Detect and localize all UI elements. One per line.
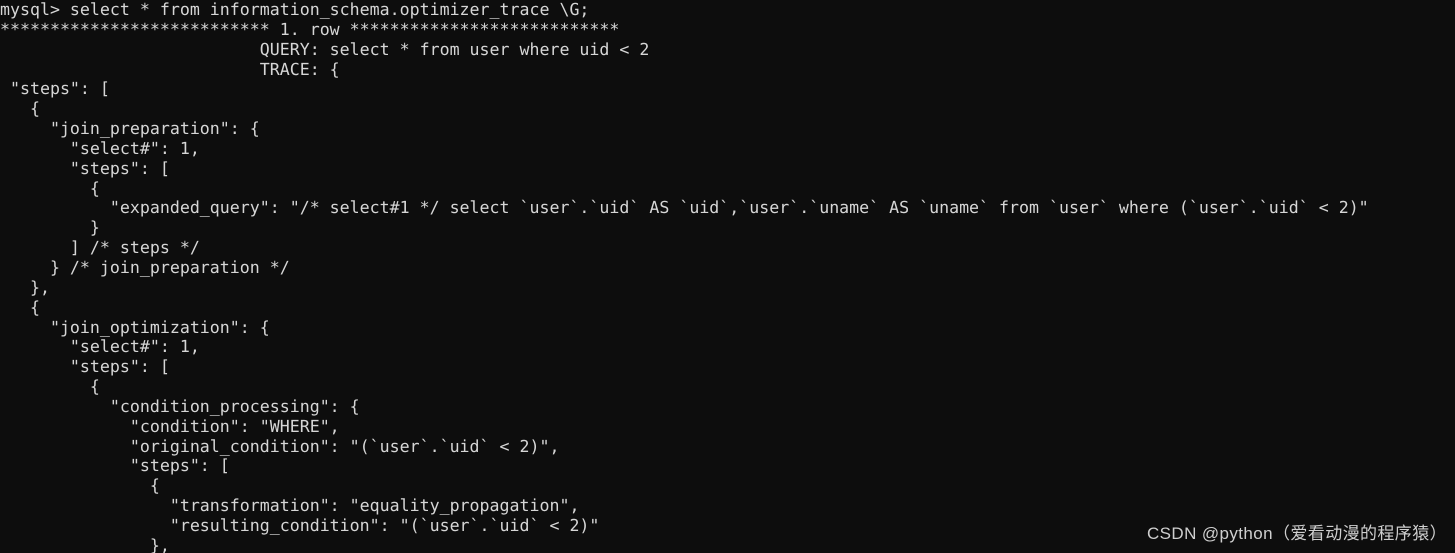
console-line: "select#": 1, (0, 138, 200, 158)
console-line: { (0, 178, 100, 198)
console-line: "original_condition": "(`user`.`uid` < 2… (0, 436, 560, 456)
console-line: } (0, 218, 100, 238)
console-line: "transformation": "equality_propagation"… (0, 496, 580, 516)
console-line: ] /* steps */ (0, 238, 200, 258)
console-line: { (0, 476, 160, 496)
console-line: "condition_processing": { (0, 396, 360, 416)
console-line: "steps": [ (0, 158, 170, 178)
console-line: QUERY: select * from user where uid < 2 (0, 39, 650, 59)
console-line: "condition": "WHERE", (0, 416, 340, 436)
console-line: "expanded_query": "/* select#1 */ select… (0, 198, 1369, 218)
console-line: "steps": [ (0, 456, 230, 476)
console-line: mysql> select * from information_schema.… (0, 0, 590, 19)
console-line: { (0, 297, 40, 317)
console-line: "join_preparation": { (0, 119, 260, 139)
watermark-label: CSDN @python（爱看动漫的程序猿） (1147, 524, 1447, 543)
terminal-window: mysql> select * from information_schema.… (0, 0, 1455, 553)
console-line: "select#": 1, (0, 337, 200, 357)
console-line: *************************** 1. row *****… (0, 19, 620, 39)
console-output[interactable]: mysql> select * from information_schema.… (0, 0, 1455, 553)
console-line: "steps": [ (0, 79, 110, 99)
console-line: "steps": [ (0, 357, 170, 377)
console-line: } /* join_preparation */ (0, 257, 290, 277)
console-line: { (0, 99, 40, 119)
console-line: }, (0, 277, 50, 297)
console-line: TRACE: { (0, 59, 340, 79)
console-line: { (0, 377, 100, 397)
console-line: "join_optimization": { (0, 317, 270, 337)
